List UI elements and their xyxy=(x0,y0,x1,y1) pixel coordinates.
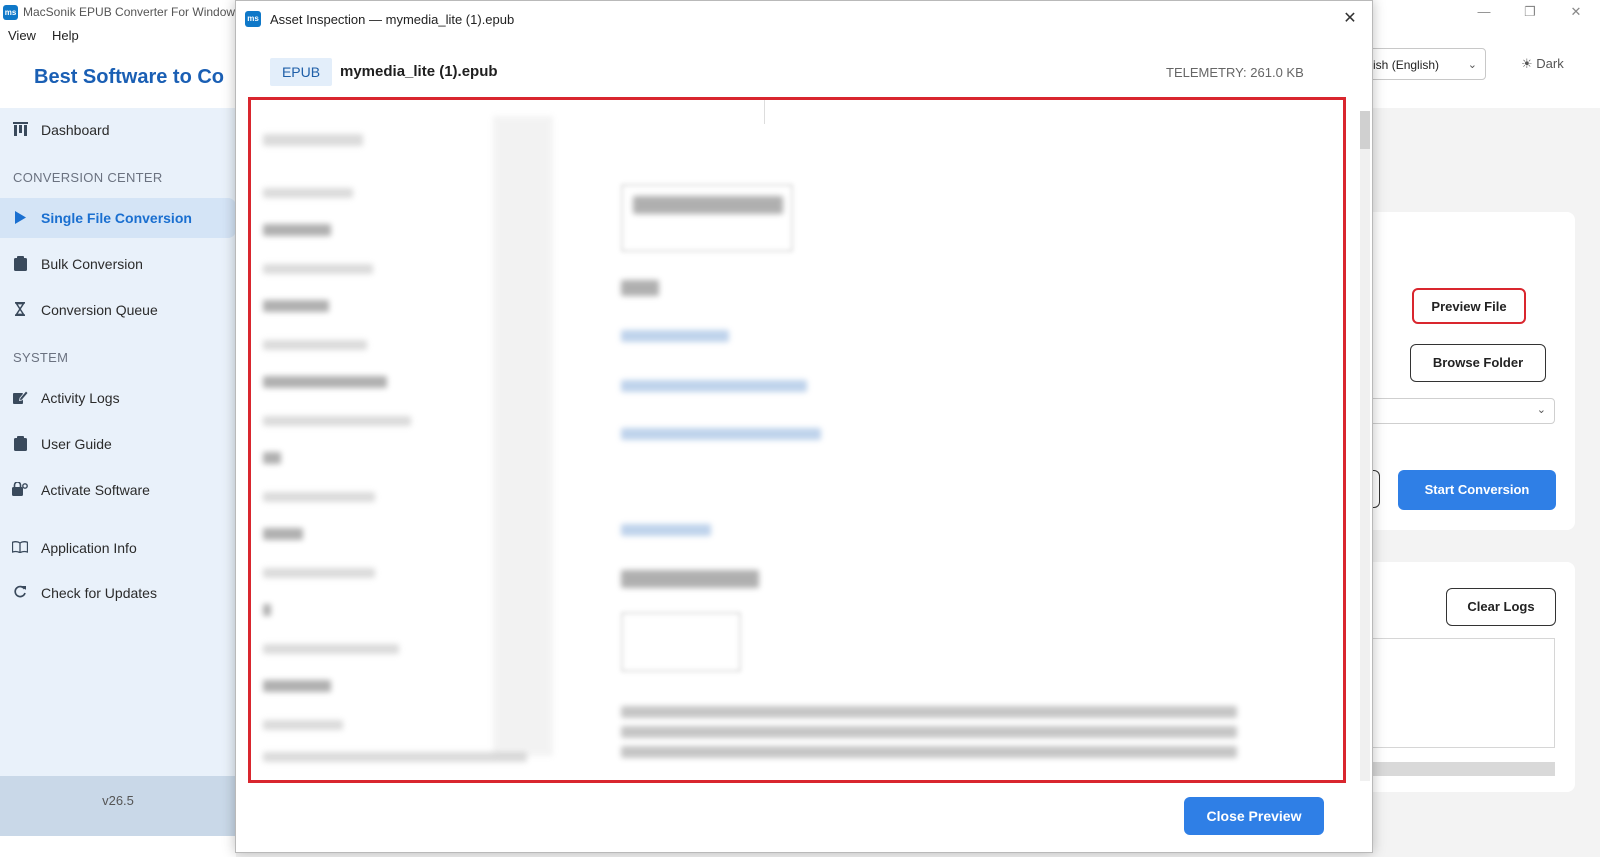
minimize-button[interactable]: — xyxy=(1464,2,1504,22)
sidebar-item-activate-software[interactable]: Activate Software xyxy=(0,470,236,510)
start-conversion-button[interactable]: Start Conversion xyxy=(1398,470,1556,510)
sidebar-item-label: Check for Updates xyxy=(41,585,157,601)
blurred-paragraph xyxy=(621,706,1237,718)
sidebar-item-activity-logs[interactable]: Activity Logs xyxy=(0,378,236,418)
sidebar-item-dashboard[interactable]: Dashboard xyxy=(0,110,236,150)
blurred-link xyxy=(621,330,729,342)
blurred-paragraph xyxy=(621,726,1237,738)
blurred-text xyxy=(621,280,659,296)
blurred-text xyxy=(263,492,375,502)
blurred-text xyxy=(263,416,411,426)
blurred-text xyxy=(263,376,387,388)
app-logo-icon: ms xyxy=(245,11,261,27)
theme-toggle[interactable]: ☀ Dark xyxy=(1521,56,1564,72)
sidebar: Best Software to Co Dashboard CONVERSION… xyxy=(0,46,236,857)
telemetry-size: TELEMETRY: 261.0 KB xyxy=(1166,65,1304,80)
blurred-text xyxy=(263,568,375,578)
app-logo-icon: ms xyxy=(3,5,18,20)
sidebar-item-label: Single File Conversion xyxy=(41,210,192,226)
menu-help[interactable]: Help xyxy=(52,28,79,43)
app-title: MacSonik EPUB Converter For Windows xyxy=(23,5,242,19)
blurred-text xyxy=(263,188,353,198)
blurred-text xyxy=(263,752,527,762)
blurred-scroll-area xyxy=(493,116,553,756)
close-preview-button[interactable]: Close Preview xyxy=(1184,797,1324,835)
file-name: mymedia_lite (1).epub xyxy=(340,63,498,80)
blurred-heading xyxy=(633,196,783,214)
blurred-heading xyxy=(621,570,759,588)
blurred-image-box xyxy=(621,612,741,672)
refresh-icon xyxy=(12,584,28,600)
progress-bar xyxy=(1350,762,1555,776)
asset-inspection-dialog: ms Asset Inspection — mymedia_lite (1).e… xyxy=(235,0,1373,853)
blurred-text xyxy=(263,604,271,616)
sidebar-item-label: User Guide xyxy=(41,436,112,452)
key-lock-icon xyxy=(12,481,28,497)
output-format-select[interactable]: ⌄ xyxy=(1350,398,1555,424)
blurred-link xyxy=(621,380,807,392)
dashboard-icon xyxy=(12,121,28,137)
clipboard-icon xyxy=(12,255,28,271)
chevron-down-icon: ⌄ xyxy=(1467,59,1477,71)
hourglass-icon xyxy=(12,301,28,317)
version-label: v26.5 xyxy=(0,776,236,836)
blurred-paragraph xyxy=(621,746,1237,758)
blurred-text xyxy=(263,680,331,692)
sidebar-item-label: Application Info xyxy=(41,540,137,556)
book-icon xyxy=(12,539,28,555)
section-conversion-center: CONVERSION CENTER xyxy=(13,170,163,185)
sidebar-item-check-for-updates[interactable]: Check for Updates xyxy=(0,573,236,613)
clear-logs-button[interactable]: Clear Logs xyxy=(1446,588,1556,626)
preview-scrollbar[interactable] xyxy=(1360,111,1370,781)
blurred-text xyxy=(263,720,343,730)
close-icon[interactable]: ✕ xyxy=(1340,9,1360,29)
sidebar-item-label: Conversion Queue xyxy=(41,302,158,318)
format-badge: EPUB xyxy=(270,58,332,86)
sidebar-item-user-guide[interactable]: User Guide xyxy=(0,424,236,464)
blurred-link xyxy=(621,428,821,440)
sidebar-item-label: Dashboard xyxy=(41,122,110,138)
chevron-down-icon: ⌄ xyxy=(1536,404,1546,416)
sidebar-item-conversion-queue[interactable]: Conversion Queue xyxy=(0,290,236,330)
play-icon xyxy=(12,209,28,225)
blurred-text xyxy=(263,452,281,464)
guide-icon xyxy=(12,435,28,451)
blurred-image-box xyxy=(621,184,793,252)
maximize-button[interactable]: ❐ xyxy=(1510,2,1550,22)
browse-folder-button[interactable]: Browse Folder xyxy=(1410,344,1546,382)
blurred-text xyxy=(263,224,331,236)
blurred-text xyxy=(263,264,373,274)
brand-title: Best Software to Co xyxy=(34,66,225,88)
close-window-button[interactable]: ✕ xyxy=(1556,2,1596,22)
sidebar-item-bulk-conversion[interactable]: Bulk Conversion xyxy=(0,244,236,284)
scroll-thumb[interactable] xyxy=(1360,111,1370,149)
sidebar-item-single-file-conversion[interactable]: Single File Conversion xyxy=(0,198,236,238)
nav-list: Dashboard CONVERSION CENTER Single File … xyxy=(0,108,236,788)
sidebar-item-label: Bulk Conversion xyxy=(41,256,143,272)
blurred-text xyxy=(263,528,303,540)
sidebar-item-label: Activity Logs xyxy=(41,390,120,406)
activity-log-area xyxy=(1350,638,1555,748)
edit-log-icon xyxy=(12,389,28,405)
preview-file-button[interactable]: Preview File xyxy=(1412,288,1526,324)
blurred-text xyxy=(263,340,367,350)
blurred-text xyxy=(263,300,329,312)
sidebar-item-application-info[interactable]: Application Info xyxy=(0,528,236,568)
epub-preview-pane[interactable] xyxy=(248,97,1346,783)
section-system: SYSTEM xyxy=(13,350,69,365)
blurred-link xyxy=(621,524,711,536)
menu-view[interactable]: View xyxy=(8,28,36,43)
blurred-text xyxy=(263,644,399,654)
blurred-text xyxy=(263,134,363,146)
pane-divider xyxy=(764,100,765,124)
dialog-title: Asset Inspection — mymedia_lite (1).epub xyxy=(270,12,515,27)
sidebar-item-label: Activate Software xyxy=(41,482,150,498)
